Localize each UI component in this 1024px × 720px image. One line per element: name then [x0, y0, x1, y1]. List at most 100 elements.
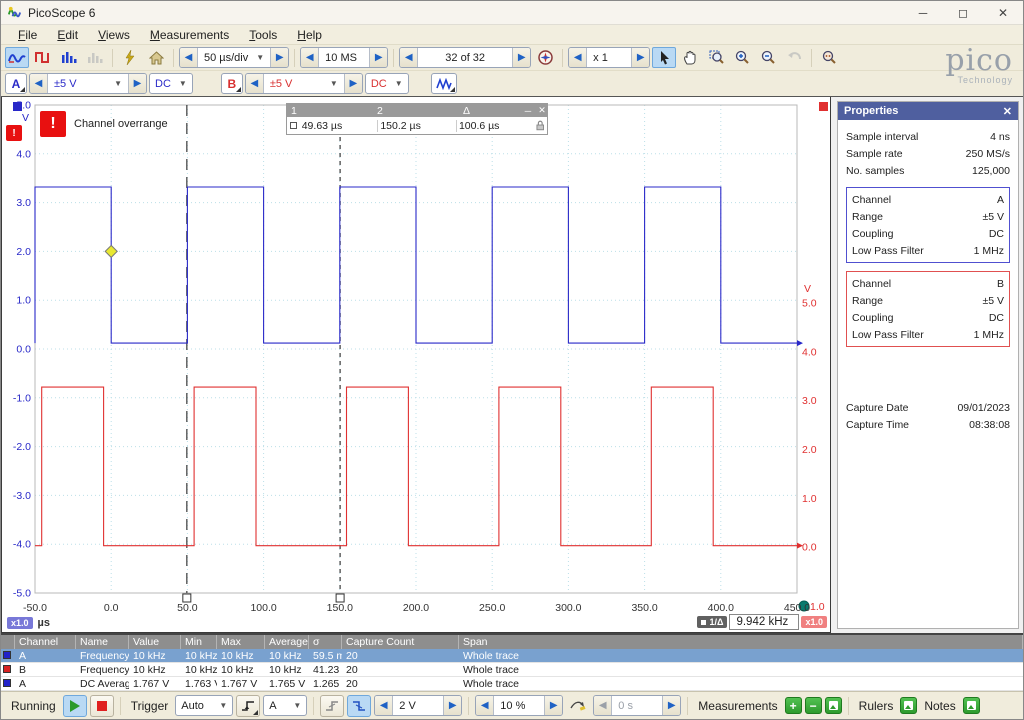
delay-up-button[interactable]: ▶ [663, 696, 680, 715]
ruler-legend-close-button[interactable]: ✕ [533, 105, 547, 116]
statusbar: Running Trigger Auto▼ A▼ ◀ 2 V ▶ ◀ 10 % [1, 691, 1023, 719]
post-trigger-delay-button[interactable] [566, 695, 590, 717]
zoom-increase-button[interactable]: ▶ [632, 48, 649, 67]
channel-a-range-select[interactable]: ±5 V▼ [47, 74, 129, 93]
right-scale-badge[interactable]: x1.0 [801, 616, 827, 628]
pointer-tool-button[interactable] [652, 47, 676, 68]
pretrigger-input[interactable]: 10 % [493, 696, 545, 715]
samples-input[interactable]: 10 MS [318, 48, 370, 67]
channel-b-coupling-select[interactable]: DC▼ [365, 73, 409, 94]
trigger-level-up-button[interactable]: ▶ [444, 696, 461, 715]
pretrigger-up-button[interactable]: ▶ [545, 696, 562, 715]
close-button[interactable]: ✕ [983, 1, 1023, 24]
spectrum-view-button[interactable] [57, 47, 81, 68]
samples-decrease-button[interactable]: ◀ [301, 48, 318, 67]
trigger-marker[interactable] [105, 245, 117, 257]
x-tick: 100.0 [250, 602, 276, 614]
properties-close-icon[interactable]: ✕ [1003, 105, 1012, 118]
scope-view-button[interactable] [5, 47, 29, 68]
rulers-button[interactable] [900, 697, 917, 714]
zoom-out-button[interactable] [756, 47, 780, 68]
trigger-source-select[interactable]: A▼ [263, 695, 307, 716]
chevron-down-icon: ▼ [179, 79, 187, 88]
advanced-trigger-button[interactable] [236, 695, 260, 717]
menu-item-measurements[interactable]: Measurements [141, 26, 238, 44]
measurement-row[interactable]: AFrequency10 kHz10 kHz10 kHz10 kHz59.5 m… [1, 649, 1023, 663]
rising-edge-button[interactable] [320, 695, 344, 717]
start-button[interactable] [63, 695, 87, 717]
measurements-header-Capture Count[interactable]: Capture Count [342, 635, 459, 649]
buffer-navigator-button[interactable] [533, 47, 557, 68]
channel-a-button[interactable]: A [5, 73, 27, 94]
signal-generator-button[interactable] [431, 73, 457, 94]
measurements-header-Min[interactable]: Min [181, 635, 217, 649]
zoom-factor[interactable]: x 1 [586, 48, 632, 67]
x-scale-badge[interactable]: x1.0 [7, 617, 33, 629]
channel-b-button[interactable]: B [221, 73, 243, 94]
y-left-tick: -5.0 [13, 588, 31, 600]
persistence-view-button[interactable] [31, 47, 55, 68]
waveform-plot[interactable]: 5.04.03.02.01.00.0-1.0-2.0-3.0-4.0-5.0V5… [2, 97, 830, 631]
notes-button[interactable] [963, 697, 980, 714]
marquee-zoom-button[interactable] [704, 47, 728, 68]
measurements-header-Channel[interactable]: Channel [15, 635, 76, 649]
menu-item-file[interactable]: File [9, 26, 46, 44]
measurements-header-Value[interactable]: Value [129, 635, 181, 649]
zoom-in-button[interactable] [730, 47, 754, 68]
zoom-overview-button[interactable] [817, 47, 841, 68]
y-right-tick: 5.0 [802, 298, 817, 310]
menu-item-tools[interactable]: Tools [240, 26, 286, 44]
edit-measurement-button[interactable] [825, 697, 842, 714]
chevron-down-icon: ▼ [256, 53, 264, 62]
measurements-header-σ[interactable]: σ [309, 635, 342, 649]
measurements-header-Max[interactable]: Max [217, 635, 265, 649]
buffer-position[interactable]: 32 of 32 [417, 48, 513, 67]
maximize-button[interactable]: ◻ [943, 1, 983, 24]
delay-input[interactable]: 0 s [611, 696, 663, 715]
measurement-cell: 10 kHz [265, 650, 309, 662]
measurements-header-indicator[interactable] [1, 635, 15, 649]
trigger-mode-select[interactable]: Auto▼ [175, 695, 233, 716]
stop-button[interactable] [90, 695, 114, 717]
channel-b-range-up-button[interactable]: ▶ [345, 74, 362, 93]
channel-a-range-down-button[interactable]: ◀ [30, 74, 47, 93]
measurements-header-Average[interactable]: Average [265, 635, 309, 649]
ruler2-header: 2 [373, 105, 459, 117]
menu-item-views[interactable]: Views [89, 26, 139, 44]
ruler-lock-checkbox[interactable] [290, 122, 297, 129]
trigger-level-input[interactable]: 2 V [392, 696, 444, 715]
delay-down-button[interactable]: ◀ [594, 696, 611, 715]
trigger-level-down-button[interactable]: ◀ [375, 696, 392, 715]
timebase-increase-button[interactable]: ▶ [271, 48, 288, 67]
y-left-tick: -3.0 [13, 490, 31, 502]
menu-item-help[interactable]: Help [288, 26, 331, 44]
samples-increase-button[interactable]: ▶ [370, 48, 387, 67]
minimize-button[interactable]: ─ [903, 1, 943, 24]
pretrigger-down-button[interactable]: ◀ [476, 696, 493, 715]
timebase-decrease-button[interactable]: ◀ [180, 48, 197, 67]
falling-edge-button[interactable] [347, 695, 371, 717]
measurement-row[interactable]: BFrequency10 kHz10 kHz10 kHz10 kHz41.23 … [1, 663, 1023, 677]
buffer-next-button[interactable]: ▶ [513, 48, 530, 67]
buffer-prev-button[interactable]: ◀ [400, 48, 417, 67]
measurements-header-Span[interactable]: Span [459, 635, 1023, 649]
awg-wave-icon [436, 78, 452, 90]
measurement-cell: 10 kHz [217, 664, 265, 676]
home-button[interactable] [144, 47, 168, 68]
menu-item-edit[interactable]: Edit [48, 26, 87, 44]
channel-b-range-select[interactable]: ±5 V▼ [263, 74, 345, 93]
timebase-select[interactable]: 50 µs/div▼ [197, 48, 271, 67]
channel-a-range-up-button[interactable]: ▶ [129, 74, 146, 93]
ruler-legend[interactable]: 1 2 Δ ─ ✕ 49.63 µs 150.2 µs 100.6 µs [286, 103, 548, 135]
measurement-row[interactable]: ADC Average1.767 V1.763 V1.767 V1.765 V1… [1, 677, 1023, 691]
channel-a-coupling-select[interactable]: DC▼ [149, 73, 193, 94]
probe-wizard-button[interactable] [118, 47, 142, 68]
measurements-header-Name[interactable]: Name [76, 635, 129, 649]
channel-b-range-down-button[interactable]: ◀ [246, 74, 263, 93]
add-measurement-button[interactable]: + [785, 697, 802, 714]
ruler-legend-minimize-button[interactable]: ─ [519, 106, 533, 116]
remove-measurement-button[interactable]: − [805, 697, 822, 714]
hand-tool-button[interactable] [678, 47, 702, 68]
zoom-decrease-button[interactable]: ◀ [569, 48, 586, 67]
scope-graph[interactable]: 5.04.03.02.01.00.0-1.0-2.0-3.0-4.0-5.0V5… [1, 97, 831, 633]
